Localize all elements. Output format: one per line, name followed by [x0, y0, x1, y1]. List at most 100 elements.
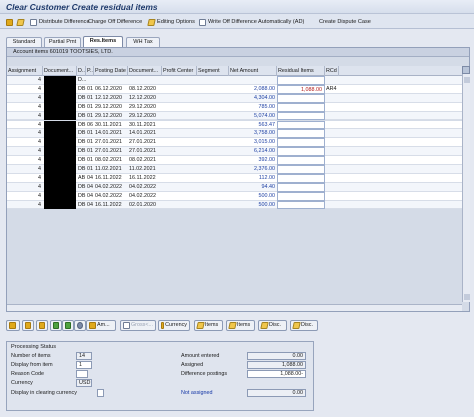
residual-items-cell[interactable]: [277, 120, 325, 130]
table-row[interactable]: 4 DB 01 29.12.2020 29.12.2020 5,074.00: [7, 111, 462, 121]
table-row[interactable]: 4 DB 01 27.01.2021 27.01.2021 6,214.00: [7, 147, 462, 157]
editing-options-button[interactable]: Editing Options: [147, 17, 195, 27]
col-segment[interactable]: Segment: [197, 66, 229, 76]
amount-button-label: Am...: [97, 322, 110, 328]
residual-items-cell[interactable]: [277, 156, 325, 165]
display-from-item-input[interactable]: 1: [76, 361, 92, 369]
amount-button[interactable]: Am...: [86, 320, 116, 331]
residual-items-cell[interactable]: [277, 165, 325, 174]
col-posting-key[interactable]: P...: [86, 66, 94, 76]
sort-ascending-button[interactable]: [50, 320, 62, 331]
residual-items-cell[interactable]: [277, 191, 325, 201]
charge-off-difference-button[interactable]: Charge Off Difference: [86, 17, 142, 27]
document-date-cell: 14.01.2021: [129, 130, 156, 137]
discount-button-1[interactable]: Disc.: [258, 320, 287, 331]
residual-items-cell[interactable]: [277, 76, 325, 85]
col-net-amount[interactable]: Net Amount: [229, 66, 277, 76]
document-date-cell: 29.12.2020: [129, 112, 156, 119]
document-date-cell: 30.11.2021: [129, 121, 156, 128]
residual-items-cell[interactable]: [277, 111, 325, 121]
reason-code-cell: [325, 192, 339, 201]
col-profit-center[interactable]: Profit Center: [162, 66, 197, 76]
residual-items-cell[interactable]: 1,088.00: [277, 84, 325, 94]
tab-partial-pmt[interactable]: Partial Pmt: [44, 37, 81, 47]
deselect-all-button[interactable]: [22, 320, 34, 331]
assignment-cell: 4: [38, 121, 41, 128]
redacted-document-number: [44, 147, 76, 157]
vertical-scrollbar[interactable]: [462, 66, 470, 302]
horizontal-scrollbar[interactable]: [7, 304, 462, 311]
table-row[interactable]: 4 DB 01 14.01.2021 14.01.2021 3,758.00: [7, 129, 462, 139]
scroll-up-arrow[interactable]: [464, 77, 470, 83]
document-type-cell: DB: [78, 94, 86, 101]
discount-button-2[interactable]: Disc.: [290, 320, 318, 331]
table-row[interactable]: 4 DB 01 08.02.2021 08.02.2021 392.00: [7, 156, 462, 165]
table-row[interactable]: 4 DB 01 27.01.2021 27.01.2021 3,015.00: [7, 138, 462, 148]
table-row[interactable]: 4 DB 04 04.02.2022 04.02.2022 500.00: [7, 191, 462, 201]
document-type-cell: DB: [78, 148, 86, 155]
table-row[interactable]: 4 DB 01 11.02.2021 11.02.2021 2,376.00: [7, 165, 462, 174]
table-row[interactable]: 4 DB 01 12.12.2020 12.12.2020 4,304.00: [7, 93, 462, 103]
currency-button[interactable]: Currency: [158, 320, 190, 331]
document-date-cell: 04.02.2022: [129, 192, 156, 199]
col-assignment[interactable]: Assignment: [7, 66, 43, 76]
difference-postings-field[interactable]: 1,088.00-: [247, 370, 306, 378]
table-row[interactable]: 4 DB 04 04.02.2022 04.02.2022 94.40: [7, 182, 462, 192]
write-off-difference-label: Write Off Difference Automatically (AD): [208, 19, 305, 25]
select-block-button[interactable]: [36, 320, 48, 331]
residual-items-cell[interactable]: [277, 138, 325, 148]
tab-res-items[interactable]: Res.Items: [83, 36, 123, 47]
col-document-number[interactable]: Document...: [43, 66, 77, 76]
posting-date-cell: 27.01.2021: [95, 139, 122, 146]
filter-button[interactable]: [74, 320, 86, 331]
table-row[interactable]: 4 AB 04 16.11.2022 16.11.2022 112.00: [7, 173, 462, 183]
table-row[interactable]: 4 DB 06 30.11.2021 30.11.2021 563.47: [7, 120, 462, 130]
assignment-cell: 4: [38, 157, 41, 164]
grid-settings-icon[interactable]: [462, 66, 470, 74]
posting-date-cell: 12.12.2020: [95, 94, 122, 101]
table-row[interactable]: 4 DB 04 16.11.2022 02.01.2020 500.00: [7, 200, 462, 210]
assignment-cell: 4: [38, 183, 41, 190]
select-all-button[interactable]: [6, 320, 20, 331]
document-type-cell: DB: [78, 157, 86, 164]
table-row[interactable]: 4 D...: [7, 76, 462, 85]
items-button-2[interactable]: Items: [226, 320, 255, 331]
residual-items-cell[interactable]: [277, 93, 325, 103]
col-residual-items[interactable]: Residual Items: [277, 66, 325, 76]
create-dispute-case-button[interactable]: Create Dispute Case: [319, 17, 371, 27]
display-clearing-currency-checkbox[interactable]: [97, 389, 104, 397]
table-row[interactable]: 4 DB 01 06.12.2020 08.12.2020 2,088.00 1,088.0…: [7, 84, 462, 94]
reason-code-cell: [325, 138, 339, 147]
col-document-date[interactable]: Document...: [128, 66, 162, 76]
redacted-document-number: [44, 76, 76, 85]
sort-descending-button[interactable]: [62, 320, 74, 331]
residual-items-cell[interactable]: [277, 129, 325, 139]
amount-icon: [89, 322, 96, 329]
document-date-cell: 27.01.2021: [129, 148, 156, 155]
assignment-cell: 4: [38, 192, 41, 199]
residual-items-cell[interactable]: [277, 147, 325, 157]
document-type-cell: DB: [78, 183, 86, 190]
gross-net-label: Gross<...: [130, 322, 153, 328]
distribute-difference-button[interactable]: Distribute Difference: [30, 17, 90, 27]
table-row[interactable]: 4 DB 01 29.12.2020 29.12.2020 785.00: [7, 102, 462, 112]
currency-label: Currency: [11, 380, 33, 386]
col-document-type[interactable]: D...: [77, 66, 86, 76]
gross-net-button[interactable]: Gross<...: [120, 320, 156, 331]
residual-items-cell[interactable]: [277, 102, 325, 112]
scroll-down-arrow[interactable]: [464, 294, 470, 300]
tab-wh-tax[interactable]: WH Tax: [126, 37, 160, 47]
reason-code-input[interactable]: [76, 370, 88, 378]
residual-items-cell[interactable]: [277, 200, 325, 210]
residual-items-cell[interactable]: [277, 173, 325, 183]
write-off-difference-button[interactable]: Write Off Difference Automatically (AD): [199, 17, 304, 27]
save-button[interactable]: [6, 17, 13, 27]
items-button-1[interactable]: Items: [194, 320, 223, 331]
select-all-icon: [9, 322, 16, 329]
col-reason-code[interactable]: RCd: [325, 66, 339, 76]
residual-items-cell[interactable]: [277, 182, 325, 192]
col-posting-date[interactable]: Posting Date: [94, 66, 128, 76]
tab-standard[interactable]: Standard: [6, 37, 42, 47]
redacted-document-number: [44, 165, 76, 174]
edit-button[interactable]: [16, 17, 25, 27]
